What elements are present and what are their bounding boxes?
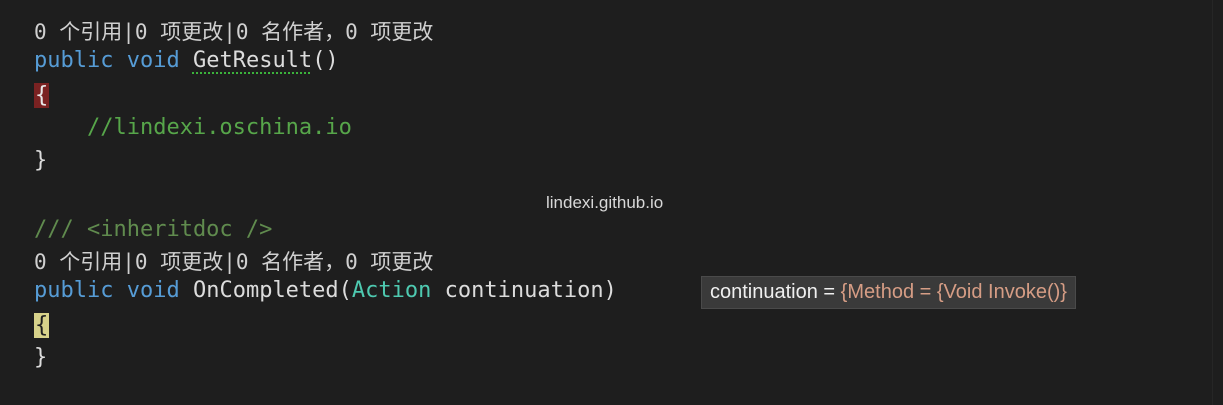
codelens-oncompleted[interactable]: 0 个引用|0 项更改|0 名作者，0 项更改 [34,247,433,277]
codelens-text[interactable]: 0 个引用|0 项更改|0 名作者，0 项更改 [34,20,433,44]
code-line-open-brace-2: { [34,311,50,341]
param-type-action[interactable]: Action [352,278,431,303]
close-brace: } [34,148,48,173]
method-name-getresult[interactable]: GetResult [193,48,312,73]
paren-open: ( [338,278,352,303]
datatip-equals: = [817,281,841,303]
paren-close: ) [603,278,617,303]
datatip-value[interactable]: {Method = {Void Invoke()} [841,281,1067,303]
code-line-xml-doc: /// <inheritdoc /> [34,215,272,245]
current-brace-open: { [34,313,50,338]
code-comment: //lindexi.oschina.io [34,115,352,140]
keyword-void: void [126,278,180,303]
code-line-close-brace-2: } [34,343,47,373]
code-line-open-brace-1: { [34,81,50,111]
codelens-getresult[interactable]: 0 个引用|0 项更改|0 名作者，0 项更改 [34,17,433,47]
method-parens: () [312,48,339,73]
code-editor[interactable]: 0 个引用|0 项更改|0 名作者，0 项更改 public void GetR… [0,0,1223,405]
keyword-public: public [34,48,114,73]
keyword-void: void [126,48,180,73]
xml-doc-comment: /// <inheritdoc /> [34,217,273,242]
matched-brace-open: { [34,83,50,108]
method-name-oncompleted[interactable]: OnCompleted [193,278,339,303]
comment-text: //lindexi.oschina.io [86,115,352,140]
datatip-variable-name: continuation [710,281,818,303]
code-line-getresult-signature: public void GetResult() [34,46,339,76]
code-line-close-brace-1: } [34,146,47,176]
watermark: lindexi.github.io [546,193,664,212]
debugger-datatip[interactable]: continuation = {Method = {Void Invoke()} [701,276,1076,309]
keyword-public: public [34,278,114,303]
param-name-continuation[interactable]: continuation [445,278,604,303]
code-line-comment: //lindexi.oschina.io [34,113,352,143]
codelens-text[interactable]: 0 个引用|0 项更改|0 名作者，0 项更改 [34,250,433,274]
code-line-oncompleted-signature: public void OnCompleted(Action continuat… [34,276,617,306]
vertical-scrollbar[interactable] [1212,0,1223,405]
close-brace: } [34,345,48,370]
